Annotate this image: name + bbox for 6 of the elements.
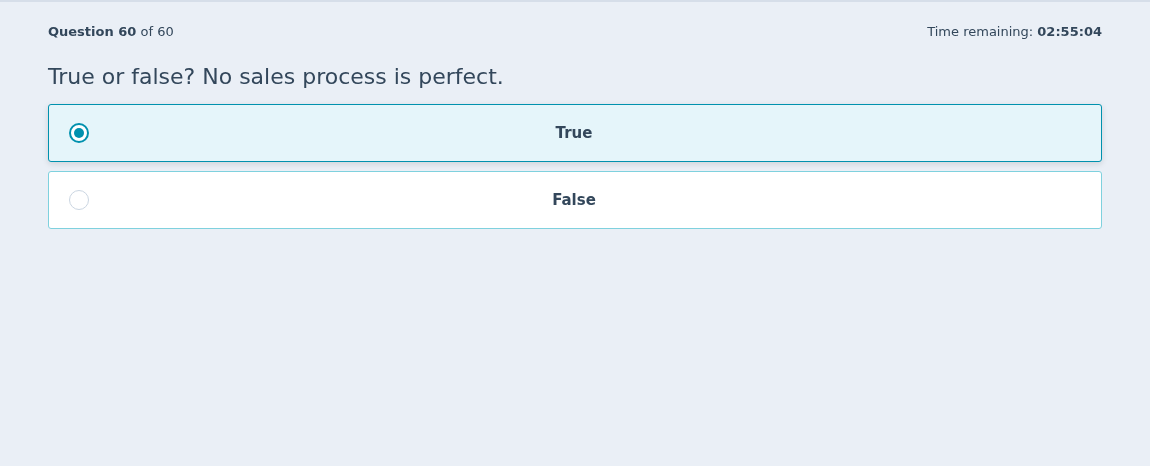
answer-option[interactable]: True <box>48 103 1102 162</box>
time-remaining: Time remaining: 02:55:04 <box>927 23 1102 41</box>
answer-option[interactable]: False <box>48 170 1102 229</box>
radio-button[interactable] <box>69 122 89 143</box>
question-counter: Question 60 of 60 <box>48 23 174 41</box>
question-text: True or false? No sales process is perfect. <box>48 63 505 90</box>
